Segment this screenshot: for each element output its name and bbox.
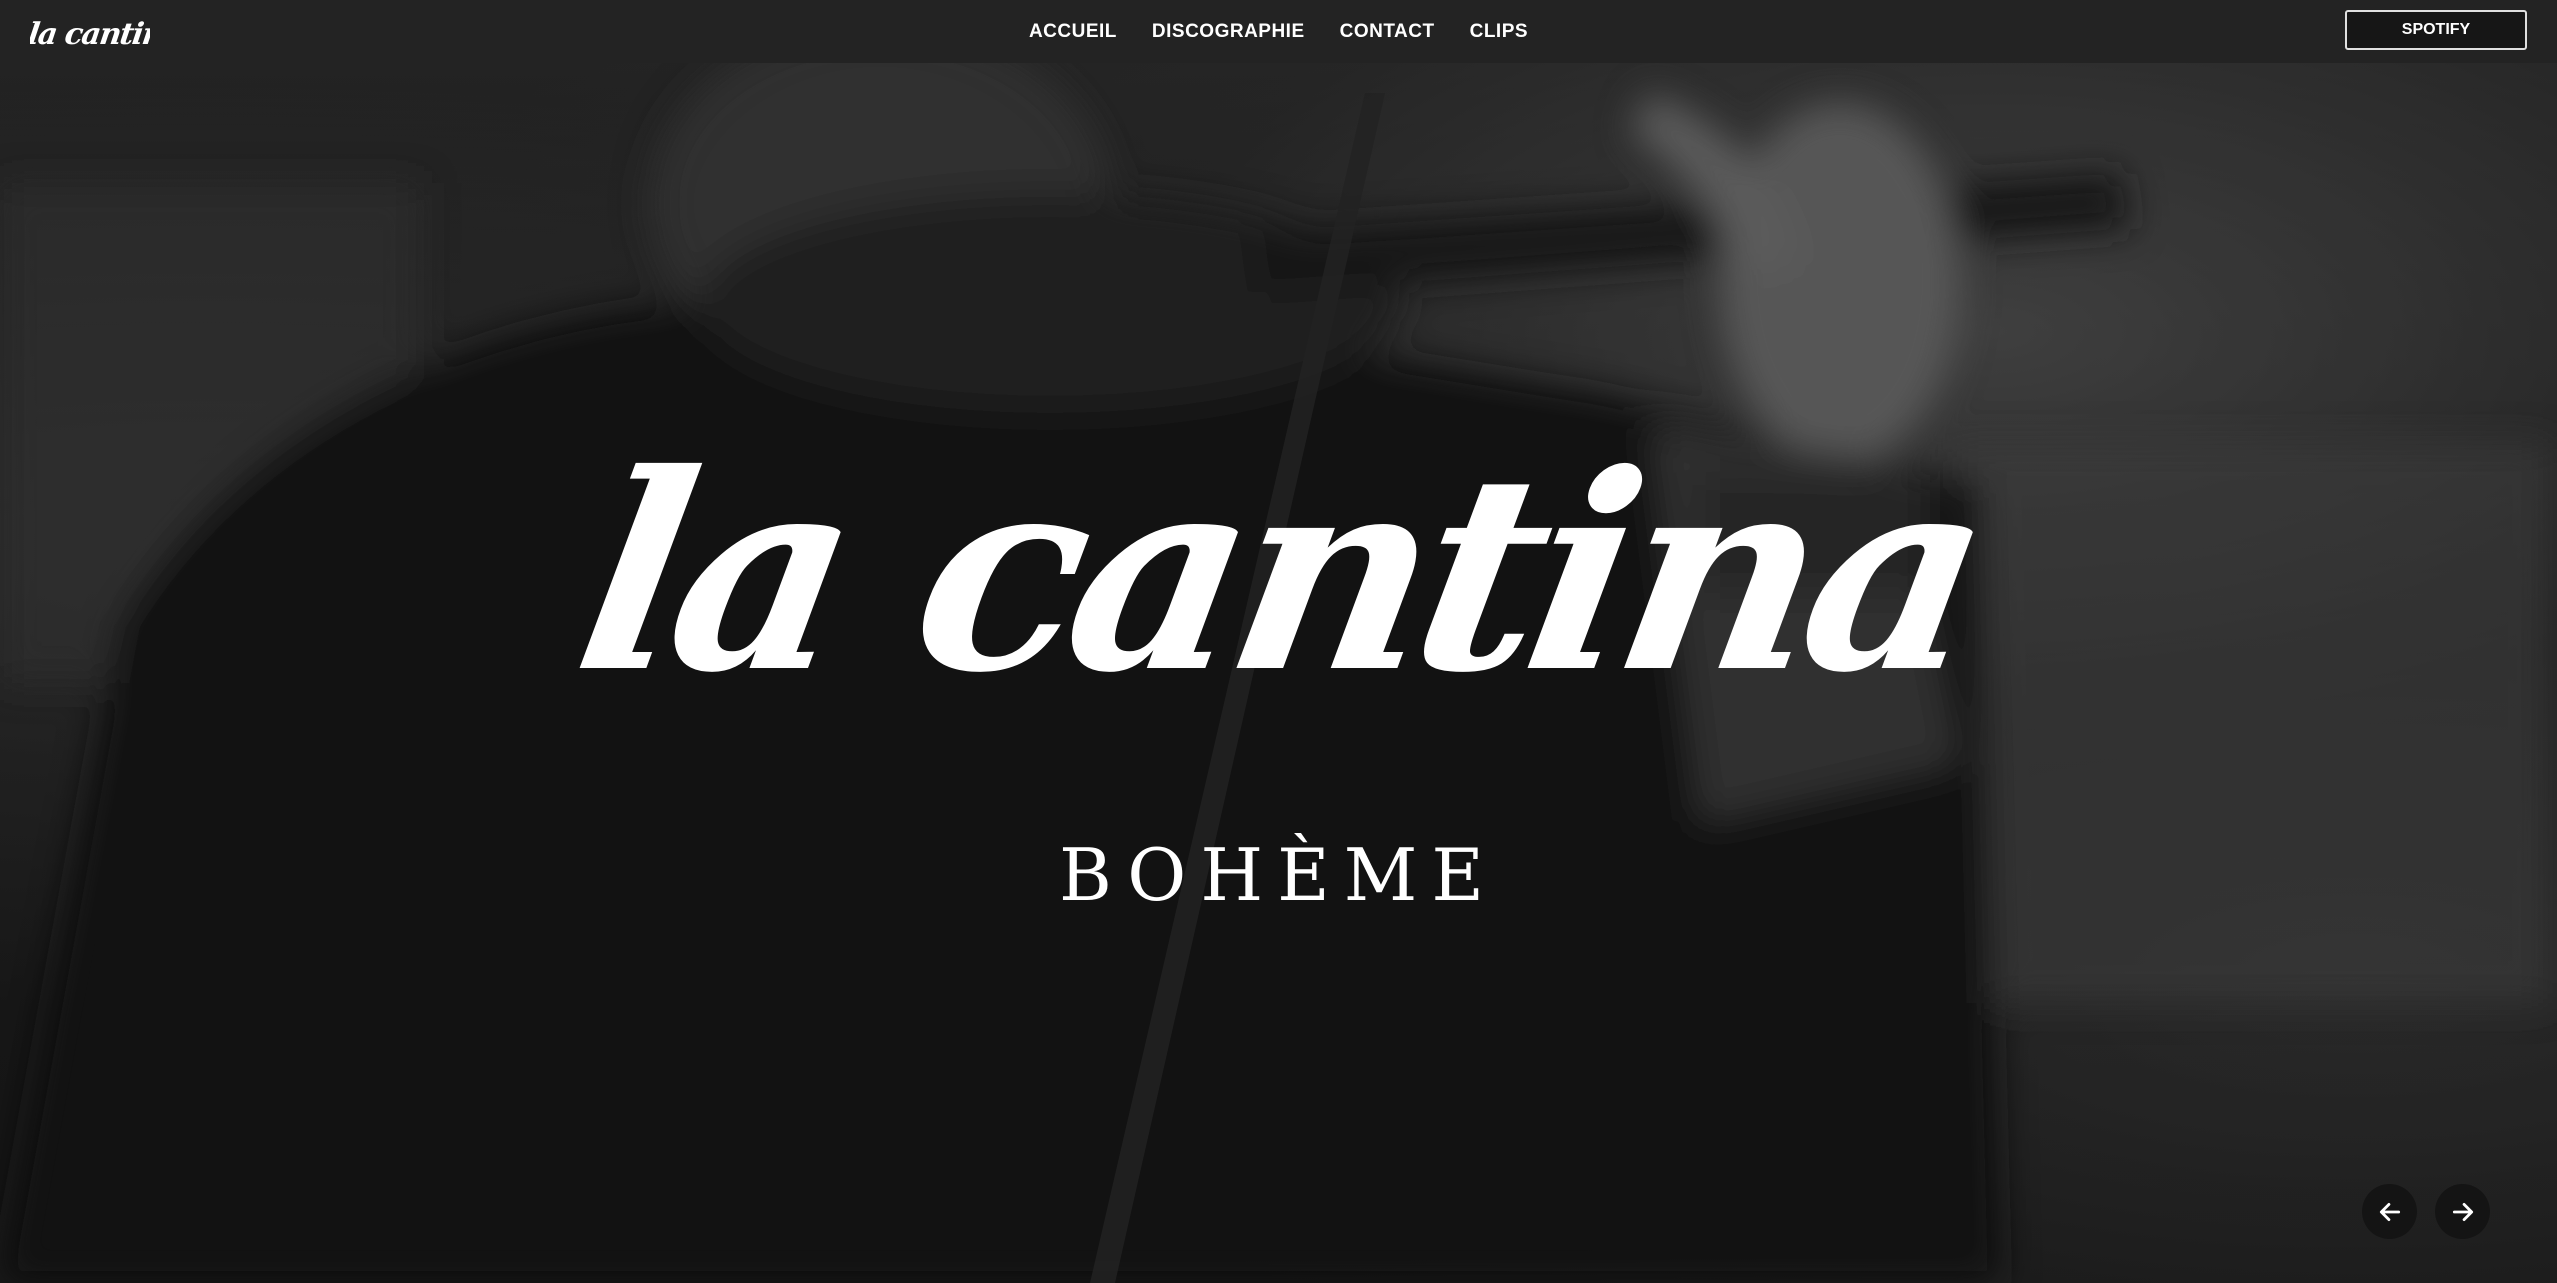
page: la cantina ACCUEIL DISCOGRAPHIE CONTACT … <box>0 0 2557 1283</box>
slider-prev-button[interactable] <box>2362 1184 2417 1239</box>
brand-logo-text: la cantina <box>30 17 150 52</box>
nav-link-contact[interactable]: CONTACT <box>1340 21 1435 43</box>
slider-next-button[interactable] <box>2435 1184 2490 1239</box>
hero-slider: la cantina BOHÈME <box>0 63 2557 1283</box>
nav-link-accueil[interactable]: ACCUEIL <box>1029 21 1117 43</box>
arrow-left-icon <box>2379 1202 2400 1221</box>
nav-link-discographie[interactable]: DISCOGRAPHIE <box>1152 21 1305 43</box>
brand-logo[interactable]: la cantina <box>26 8 183 54</box>
arrow-right-icon <box>2452 1202 2473 1221</box>
nav-link-clips[interactable]: CLIPS <box>1470 21 1528 43</box>
navbar: la cantina ACCUEIL DISCOGRAPHIE CONTACT … <box>0 0 2557 63</box>
brand-logo-mark: la cantina <box>26 17 183 52</box>
hero-title-text: la cantina <box>559 414 2001 732</box>
hero-title: la cantina <box>559 363 2001 823</box>
main-nav: ACCUEIL DISCOGRAPHIE CONTACT CLIPS <box>0 0 2557 63</box>
hero-subtitle: BOHÈME <box>1059 833 1498 917</box>
spotify-button[interactable]: SPOTIFY <box>2345 10 2527 50</box>
